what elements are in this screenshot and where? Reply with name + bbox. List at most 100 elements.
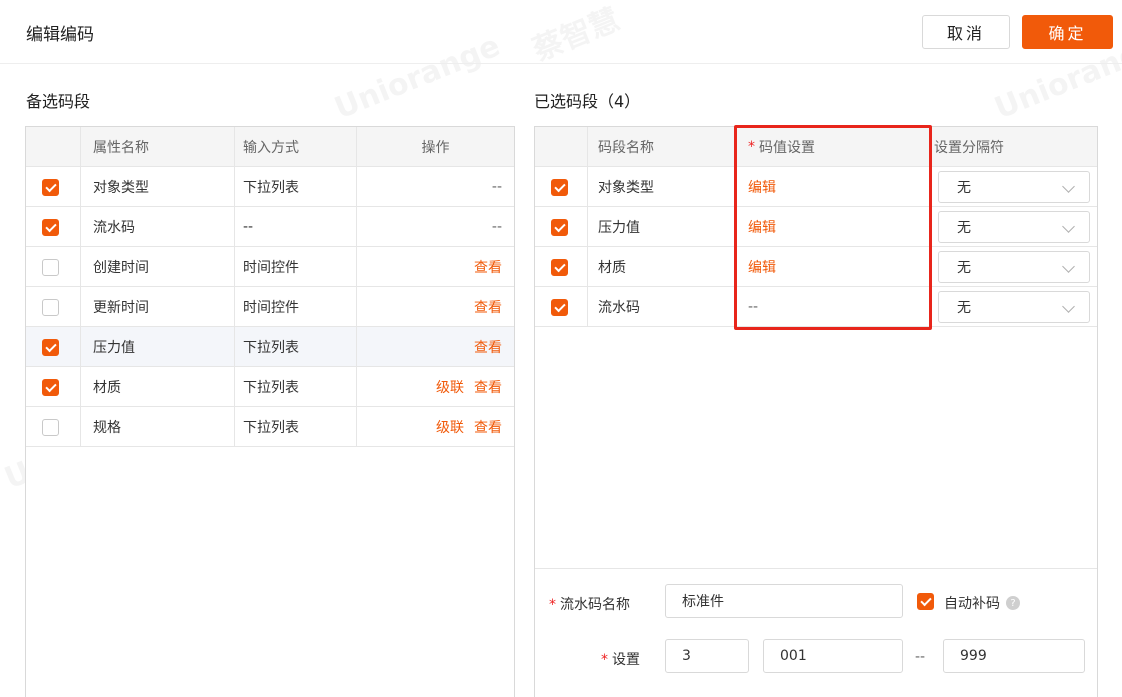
view-link[interactable]: 查看 [474,417,502,437]
code-value-cell: 编辑 [735,207,931,246]
row-checkbox[interactable] [42,219,59,236]
table-header: 属性名称 输入方式 操作 [26,127,514,167]
segment-name: 对象类型 [587,167,735,206]
table-row: 压力值 编辑 无 [535,207,1097,247]
operations-cell: -- [356,207,514,246]
serial-name-label-text: 流水码名称 [560,597,630,613]
cancel-button[interactable]: 取消 [922,15,1010,49]
table-row: 更新时间 时间控件 查看 [26,287,514,327]
attribute-name: 创建时间 [80,247,234,286]
edit-link[interactable]: 编辑 [748,257,776,277]
column-header: * 码值设置 [735,127,931,166]
separator-value: 无 [957,260,971,276]
input-method: 时间控件 [234,247,356,286]
attribute-name: 材质 [80,367,234,406]
operations-cell: 查看 [356,327,514,366]
chevron-down-icon [1062,300,1075,313]
operations-cell: 查看 [356,287,514,326]
row-checkbox[interactable] [551,299,568,316]
end-value-input[interactable]: 999 [943,639,1085,673]
confirm-button[interactable]: 确定 [1022,15,1113,49]
view-link[interactable]: 查看 [474,377,502,397]
row-checkbox[interactable] [42,179,59,196]
operations-cell: 级联 查看 [356,407,514,446]
separator-select[interactable]: 无 [938,291,1090,323]
separator-cell: 无 [931,287,1097,326]
operations-cell: 查看 [356,247,514,286]
separator-cell: 无 [931,207,1097,246]
column-header: 码段名称 [587,127,735,166]
attribute-name: 更新时间 [80,287,234,326]
row-checkbox[interactable] [42,259,59,276]
input-method: 下拉列表 [234,327,356,366]
cascade-link[interactable]: 级联 [436,417,464,437]
operations: 查看 [474,247,502,286]
digits-input[interactable]: 3 [665,639,749,673]
page-title: 编辑编码 [26,25,94,45]
column-header: 设置分隔符 [931,127,1097,166]
setting-label-text: 设置 [612,652,640,668]
edit-link[interactable]: 编辑 [748,217,776,237]
input-method: 下拉列表 [234,407,356,446]
start-value-input[interactable]: 001 [763,639,903,673]
column-header-label: 码值设置 [759,139,815,156]
separator-value: 无 [957,220,971,236]
cascade-link[interactable]: 级联 [436,377,464,397]
separator-select[interactable]: 无 [938,171,1090,203]
operations: -- [492,167,502,206]
segment-name: 材质 [587,247,735,286]
table-row: 对象类型 下拉列表 -- [26,167,514,207]
serial-name-label: * 流水码名称 [549,594,630,614]
separator-cell: 无 [931,167,1097,206]
available-segments-title: 备选码段 [26,92,91,111]
view-link[interactable]: 查看 [474,337,502,357]
operations: -- [492,207,502,246]
serial-code-settings: * 流水码名称 标准件 自动补码? * 设置 3 001 -- 999 [535,568,1097,697]
row-checkbox[interactable] [551,219,568,236]
row-checkbox[interactable] [42,339,59,356]
segment-name: 流水码 [587,287,735,326]
table-row: 创建时间 时间控件 查看 [26,247,514,287]
serial-name-input[interactable]: 标准件 [665,584,903,618]
chevron-down-icon [1062,180,1075,193]
row-checkbox[interactable] [42,419,59,436]
edit-link[interactable]: 编辑 [748,177,776,197]
row-checkbox[interactable] [42,299,59,316]
operations: 级联 查看 [436,367,502,406]
separator-select[interactable]: 无 [938,211,1090,243]
chevron-down-icon [1062,220,1075,233]
attribute-name: 流水码 [80,207,234,246]
table-row: 材质 下拉列表 级联 查看 [26,367,514,407]
auto-fill-checkbox[interactable] [917,593,934,610]
view-link[interactable]: 查看 [474,257,502,277]
chevron-down-icon [1062,260,1075,273]
required-mark: * [601,652,608,668]
auto-fill-label: 自动补码? [944,593,1020,613]
auto-fill-label-text: 自动补码 [944,596,1000,612]
input-method: 时间控件 [234,287,356,326]
dialog-header: 编辑编码 取消 确定 [0,0,1122,64]
table-row: 流水码 -- -- [26,207,514,247]
row-checkbox[interactable] [42,379,59,396]
code-value-cell: 编辑 [735,247,931,286]
operations: 查看 [474,287,502,326]
table-row: 对象类型 编辑 无 [535,167,1097,207]
required-mark: * [748,138,755,155]
separator-select[interactable]: 无 [938,251,1090,283]
code-value-cell: -- [735,287,931,326]
no-operation: -- [491,218,502,235]
input-method: -- [234,207,356,246]
code-value-cell: 编辑 [735,167,931,206]
table-row: 流水码 -- 无 [535,287,1097,327]
input-method: 下拉列表 [234,367,356,406]
row-checkbox[interactable] [551,179,568,196]
view-link[interactable]: 查看 [474,297,502,317]
operations-cell: -- [356,167,514,206]
row-checkbox[interactable] [551,259,568,276]
column-header: 输入方式 [234,127,356,166]
range-separator: -- [915,649,926,665]
help-icon[interactable]: ? [1006,596,1020,610]
empty-value: -- [748,298,759,315]
separator-cell: 无 [931,247,1097,286]
column-header: 属性名称 [80,127,234,166]
